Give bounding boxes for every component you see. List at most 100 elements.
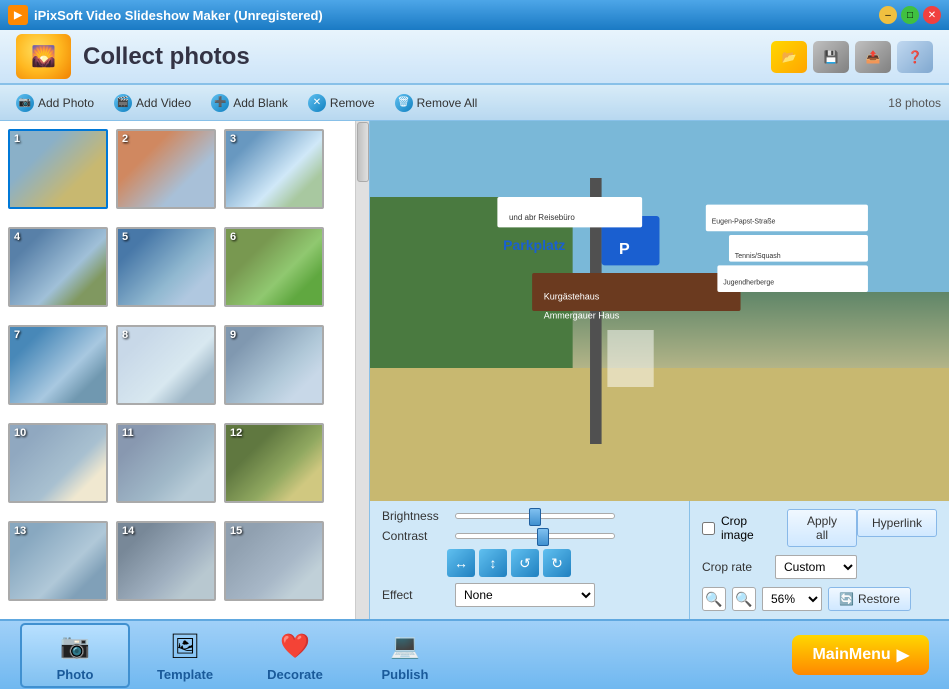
svg-text:Eugen-Papst-Straße: Eugen-Papst-Straße: [712, 219, 776, 226]
flip-vertical-button[interactable]: ↕: [479, 549, 507, 577]
photo-thumb-12[interactable]: 12: [224, 423, 324, 503]
preview-area: Kurgästehaus Ammergauer Haus P und abr R…: [370, 121, 949, 619]
remove-all-button[interactable]: 🗑 Remove All: [387, 91, 486, 115]
photo-thumb-13[interactable]: 13: [8, 521, 108, 601]
photo-thumb-2[interactable]: 2: [116, 129, 216, 209]
main-area: 1 2 3 4 5 6 7 8 9: [0, 121, 949, 619]
crop-image-checkbox[interactable]: [702, 522, 715, 535]
transform-buttons: ↔ ↕ ↺ ↻: [447, 549, 677, 577]
effect-label: Effect: [382, 588, 447, 602]
photo-thumb-5[interactable]: 5: [116, 227, 216, 307]
photo-thumb-1[interactable]: 1: [8, 129, 108, 209]
brightness-slider[interactable]: [455, 513, 615, 519]
svg-text:Jugendherberge: Jugendherberge: [723, 279, 774, 286]
effect-row: Effect None Grayscale Sepia Blur Sharpen: [382, 583, 677, 607]
add-video-button[interactable]: 🎬 Add Video: [106, 91, 199, 115]
main-menu-button[interactable]: MainMenu ▶: [792, 635, 929, 675]
apply-all-button[interactable]: Apply all: [787, 509, 857, 547]
brightness-row: Brightness: [382, 509, 677, 523]
svg-text:P: P: [619, 241, 630, 258]
rotate-left-button[interactable]: ↺: [511, 549, 539, 577]
help-icon[interactable]: ❓: [897, 41, 933, 73]
restore-button[interactable]: 🔄 Restore: [828, 587, 911, 611]
crop-image-row: Crop image Apply all: [702, 509, 857, 547]
photo-thumb-9[interactable]: 9: [224, 325, 324, 405]
header: 🌄 Collect photos 📂 💾 📤 ❓: [0, 30, 949, 85]
nav-publish-label: Publish: [382, 667, 429, 682]
photo-thumb-11[interactable]: 11: [116, 423, 216, 503]
publish-nav-icon: 💻: [387, 629, 423, 665]
photo-thumb-4[interactable]: 4: [8, 227, 108, 307]
brightness-thumb[interactable]: [529, 508, 541, 526]
nav-publish[interactable]: 💻 Publish: [350, 623, 460, 688]
export-icon[interactable]: 📤: [855, 41, 891, 73]
crop-image-label: Crop image: [721, 514, 781, 542]
remove-all-icon: 🗑: [395, 94, 413, 112]
nav-template-label: Template: [157, 667, 213, 682]
template-nav-icon: 🖼: [167, 629, 203, 665]
zoom-row: 🔍 🔍 56% 25% 50% 75% 100% 🔄 Restore: [702, 587, 937, 611]
add-blank-button[interactable]: ➕ Add Blank: [203, 91, 296, 115]
photo-thumb-7[interactable]: 7: [8, 325, 108, 405]
maximize-button[interactable]: □: [901, 6, 919, 24]
bottom-nav: 📷 Photo 🖼 Template ❤️ Decorate 💻 Publish…: [0, 619, 949, 689]
flip-horizontal-button[interactable]: ↔: [447, 549, 475, 577]
svg-text:und abr Reisebüro: und abr Reisebüro: [509, 213, 575, 222]
contrast-thumb[interactable]: [537, 528, 549, 546]
zoom-out-button[interactable]: 🔍: [702, 587, 726, 611]
svg-text:Parkplatz: Parkplatz: [503, 237, 565, 253]
close-button[interactable]: ✕: [923, 6, 941, 24]
nav-decorate-label: Decorate: [267, 667, 323, 682]
photo-thumb-3[interactable]: 3: [224, 129, 324, 209]
scrollbar-thumb[interactable]: [357, 122, 369, 182]
add-photo-icon: 📷: [16, 94, 34, 112]
crop-rate-label: Crop rate: [702, 560, 767, 574]
photo-thumb-15[interactable]: 15: [224, 521, 324, 601]
contrast-slider[interactable]: [455, 533, 615, 539]
save-icon[interactable]: 💾: [813, 41, 849, 73]
add-photo-button[interactable]: 📷 Add Photo: [8, 91, 102, 115]
app-icon: ▶: [8, 5, 28, 25]
remove-icon: ✕: [308, 94, 326, 112]
main-menu-label: MainMenu: [812, 646, 890, 664]
photo-grid: 1 2 3 4 5 6 7 8 9: [0, 121, 369, 619]
nav-photo[interactable]: 📷 Photo: [20, 623, 130, 688]
controls-left: Brightness Contrast ↔ ↕ ↺: [370, 501, 689, 619]
decorate-nav-icon: ❤️: [277, 629, 313, 665]
window-controls: – □ ✕: [879, 6, 941, 24]
controls-right: Crop image Apply all Crop rate Custom 4:…: [689, 501, 949, 619]
rotate-right-button[interactable]: ↻: [543, 549, 571, 577]
titlebar: ▶ iPixSoft Video Slideshow Maker (Unregi…: [0, 0, 949, 30]
photo-thumb-10[interactable]: 10: [8, 423, 108, 503]
crop-rate-select[interactable]: Custom 4:3 16:9 1:1 3:2: [775, 555, 857, 579]
open-folder-icon[interactable]: 📂: [771, 41, 807, 73]
svg-text:Ammergauer Haus: Ammergauer Haus: [544, 311, 620, 321]
scrollbar[interactable]: [355, 121, 369, 619]
svg-text:Tennis/Squash: Tennis/Squash: [735, 253, 781, 260]
add-video-icon: 🎬: [114, 94, 132, 112]
photo-thumb-14[interactable]: 14: [116, 521, 216, 601]
photo-nav-icon: 📷: [57, 629, 93, 665]
photo-count: 18 photos: [888, 96, 941, 110]
zoom-in-button[interactable]: 🔍: [732, 587, 756, 611]
remove-button[interactable]: ✕ Remove: [300, 91, 383, 115]
app-title: iPixSoft Video Slideshow Maker (Unregist…: [34, 8, 323, 23]
nav-photo-label: Photo: [57, 667, 94, 682]
svg-text:Kurgästehaus: Kurgästehaus: [544, 292, 600, 302]
contrast-label: Contrast: [382, 529, 447, 543]
effect-select[interactable]: None Grayscale Sepia Blur Sharpen: [455, 583, 595, 607]
preview-image: Kurgästehaus Ammergauer Haus P und abr R…: [370, 121, 949, 501]
controls-bottom: Brightness Contrast ↔ ↕ ↺: [370, 501, 949, 619]
crop-rate-row: Crop rate Custom 4:3 16:9 1:1 3:2: [702, 555, 857, 579]
brightness-label: Brightness: [382, 509, 447, 523]
page-title: Collect photos: [83, 43, 250, 71]
contrast-row: Contrast: [382, 529, 677, 543]
photo-thumb-6[interactable]: 6: [224, 227, 324, 307]
nav-decorate[interactable]: ❤️ Decorate: [240, 623, 350, 688]
add-blank-icon: ➕: [211, 94, 229, 112]
photo-thumb-8[interactable]: 8: [116, 325, 216, 405]
nav-template[interactable]: 🖼 Template: [130, 623, 240, 688]
minimize-button[interactable]: –: [879, 6, 897, 24]
hyperlink-button[interactable]: Hyperlink: [857, 509, 937, 537]
zoom-select[interactable]: 56% 25% 50% 75% 100%: [762, 587, 822, 611]
